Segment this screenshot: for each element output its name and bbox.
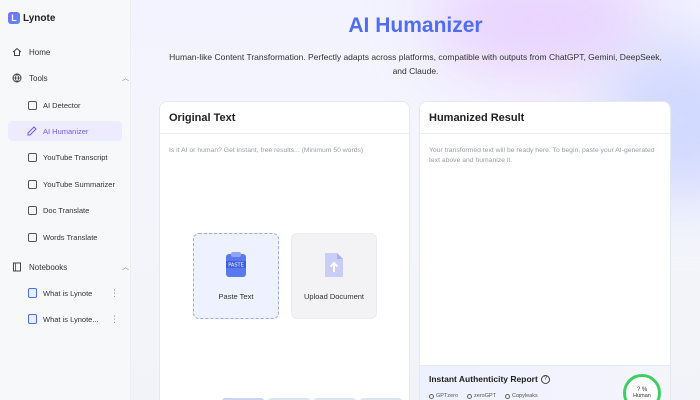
sidebar-item-ai-detector[interactable]: AI Detector: [26, 95, 126, 115]
sidebar-item-doc-translate[interactable]: Doc Translate: [26, 200, 126, 220]
sidebar-item-label: YouTube Summarizer: [43, 179, 115, 189]
sidebar-item-words-translate[interactable]: Words Translate: [26, 227, 126, 247]
detector-copyleaks: Copyleaks: [505, 393, 538, 399]
transcript-icon: [26, 151, 38, 163]
summarizer-icon: [26, 178, 38, 190]
detector-icon: [467, 393, 473, 399]
upload-document-button[interactable]: Upload Document: [291, 233, 377, 319]
humanized-result-output: Your transformed text will be ready here…: [429, 147, 655, 164]
chevron-up-icon[interactable]: ︿: [122, 73, 129, 83]
sidebar-section-tools[interactable]: Tools ︿: [11, 68, 129, 88]
more-options-icon[interactable]: ⋮: [110, 288, 119, 299]
app-logo[interactable]: L Lynote: [8, 12, 55, 24]
notebook-icon: [11, 261, 23, 273]
sidebar-item-youtube-transcript[interactable]: YouTube Transcript: [26, 147, 126, 167]
sidebar-section-label: Tools: [29, 73, 48, 83]
chevron-up-icon[interactable]: ︿: [122, 262, 129, 272]
humanized-result-header: Humanized Result: [420, 102, 670, 134]
sidebar-item-label: Doc Translate: [43, 205, 90, 215]
more-options-icon[interactable]: ⋮: [110, 314, 119, 325]
paste-icon: PASTE: [223, 251, 249, 284]
notebook-item-label: What is Lynote...: [43, 314, 99, 324]
lynote-logo-icon: L: [8, 12, 20, 24]
upload-document-label: Upload Document: [303, 292, 365, 301]
original-text-panel: Original Text Is it AI or human? Get ins…: [159, 101, 410, 400]
sidebar-item-label: AI Humanizer: [43, 126, 89, 136]
main-content: AI Humanizer Human-like Content Transfor…: [131, 0, 700, 400]
doc-icon: [26, 287, 38, 299]
human-score-gauge: ? % Human: [623, 374, 661, 400]
doc-icon: [26, 313, 38, 325]
document-icon: [26, 204, 38, 216]
translate-icon: [26, 231, 38, 243]
original-text-input[interactable]: Is it AI or human? Get instant, free res…: [169, 146, 403, 156]
sidebar-item-label: AI Detector: [43, 100, 81, 110]
upload-document-icon: [322, 251, 346, 284]
sidebar-section-label: Notebooks: [29, 262, 68, 272]
original-text-header: Original Text: [160, 102, 409, 134]
paste-text-button[interactable]: PASTE Paste Text: [193, 233, 279, 319]
report-title: Instant Authenticity Report ?: [429, 374, 550, 384]
human-score-label: Human: [633, 393, 651, 399]
page-subtitle: Human-like Content Transformation. Perfe…: [169, 52, 662, 76]
notebook-item[interactable]: What is Lynote... ⋮: [26, 309, 126, 329]
detector-gptzero: GPTzero: [429, 393, 458, 399]
authenticity-report: Instant Authenticity Report ? GPTzero ze…: [420, 365, 670, 400]
sidebar-item-label: Home: [29, 47, 51, 57]
detector-icon: [26, 99, 38, 111]
sidebar-section-notebooks[interactable]: Notebooks ︿: [11, 257, 129, 277]
globe-icon: [11, 72, 23, 84]
sidebar-item-youtube-summarizer[interactable]: YouTube Summarizer: [26, 174, 126, 194]
detector-zerogpt: zeroGPT: [467, 393, 496, 399]
detector-icon: [505, 393, 511, 399]
humanizer-icon: [26, 125, 38, 137]
paste-icon-text: PASTE: [228, 263, 244, 269]
detector-icon: [429, 393, 434, 399]
help-icon[interactable]: ?: [540, 374, 550, 384]
notebook-item-label: What is Lynote: [43, 288, 93, 298]
app-name: Lynote: [23, 12, 56, 24]
report-title-text: Instant Authenticity Report: [429, 374, 538, 384]
notebook-item[interactable]: What is Lynote ⋮: [26, 283, 126, 303]
paste-text-label: Paste Text: [218, 292, 254, 301]
sidebar: L Lynote Home Tools ︿ AI Detector AI Hum…: [0, 0, 131, 400]
home-icon: [11, 46, 23, 58]
page-title: AI Humanizer: [348, 14, 483, 37]
sidebar-item-label: Words Translate: [43, 232, 98, 242]
sidebar-item-home[interactable]: Home: [11, 42, 129, 62]
humanized-result-panel: Humanized Result Your transformed text w…: [419, 101, 671, 400]
sidebar-item-label: YouTube Transcript: [43, 152, 108, 162]
sidebar-item-ai-humanizer[interactable]: AI Humanizer: [8, 121, 122, 141]
detector-list: GPTzero zeroGPT Copyleaks: [429, 393, 547, 399]
